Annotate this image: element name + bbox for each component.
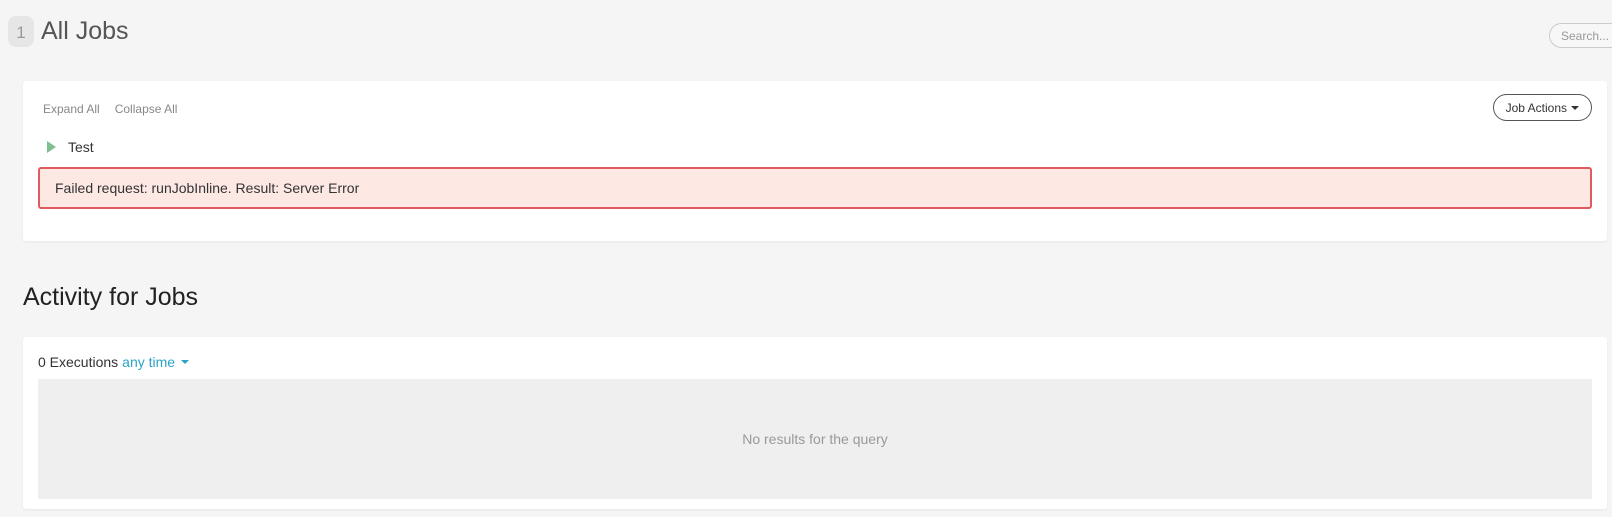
time-filter-label[interactable]: any time xyxy=(122,354,175,370)
job-name[interactable]: Test xyxy=(68,139,94,155)
empty-results-message: No results for the query xyxy=(742,431,888,447)
executions-count: 0 Executions xyxy=(38,354,119,370)
results-area: No results for the query xyxy=(38,379,1592,499)
jobs-panel: Expand All Collapse All Job Actions Test… xyxy=(23,81,1607,241)
activity-title: Activity for Jobs xyxy=(23,283,199,311)
job-actions-label: Job Actions xyxy=(1505,100,1567,115)
expand-all-link[interactable]: Expand All xyxy=(43,102,100,116)
error-alert: Failed request: runJobInline. Result: Se… xyxy=(38,167,1592,209)
time-filter-dropdown[interactable]: any time xyxy=(122,354,190,370)
search-input[interactable] xyxy=(1549,23,1612,48)
job-count-badge: 1 xyxy=(8,16,34,47)
job-actions-button[interactable]: Job Actions xyxy=(1492,94,1592,121)
job-item-test[interactable]: Test xyxy=(47,139,94,155)
page-header: 1 All Jobs xyxy=(8,16,129,47)
error-message: Failed request: runJobInline. Result: Se… xyxy=(55,180,360,196)
expand-collapse-links: Expand All Collapse All xyxy=(43,102,177,116)
activity-panel: 0 Executions any time No results for the… xyxy=(23,337,1607,509)
caret-down-icon xyxy=(1571,105,1579,110)
collapse-all-link[interactable]: Collapse All xyxy=(115,102,178,116)
page-title: All Jobs xyxy=(41,17,129,45)
play-triangle-icon[interactable] xyxy=(47,141,56,153)
executions-summary: 0 Executions any time xyxy=(38,354,190,370)
caret-down-icon[interactable] xyxy=(181,360,190,364)
